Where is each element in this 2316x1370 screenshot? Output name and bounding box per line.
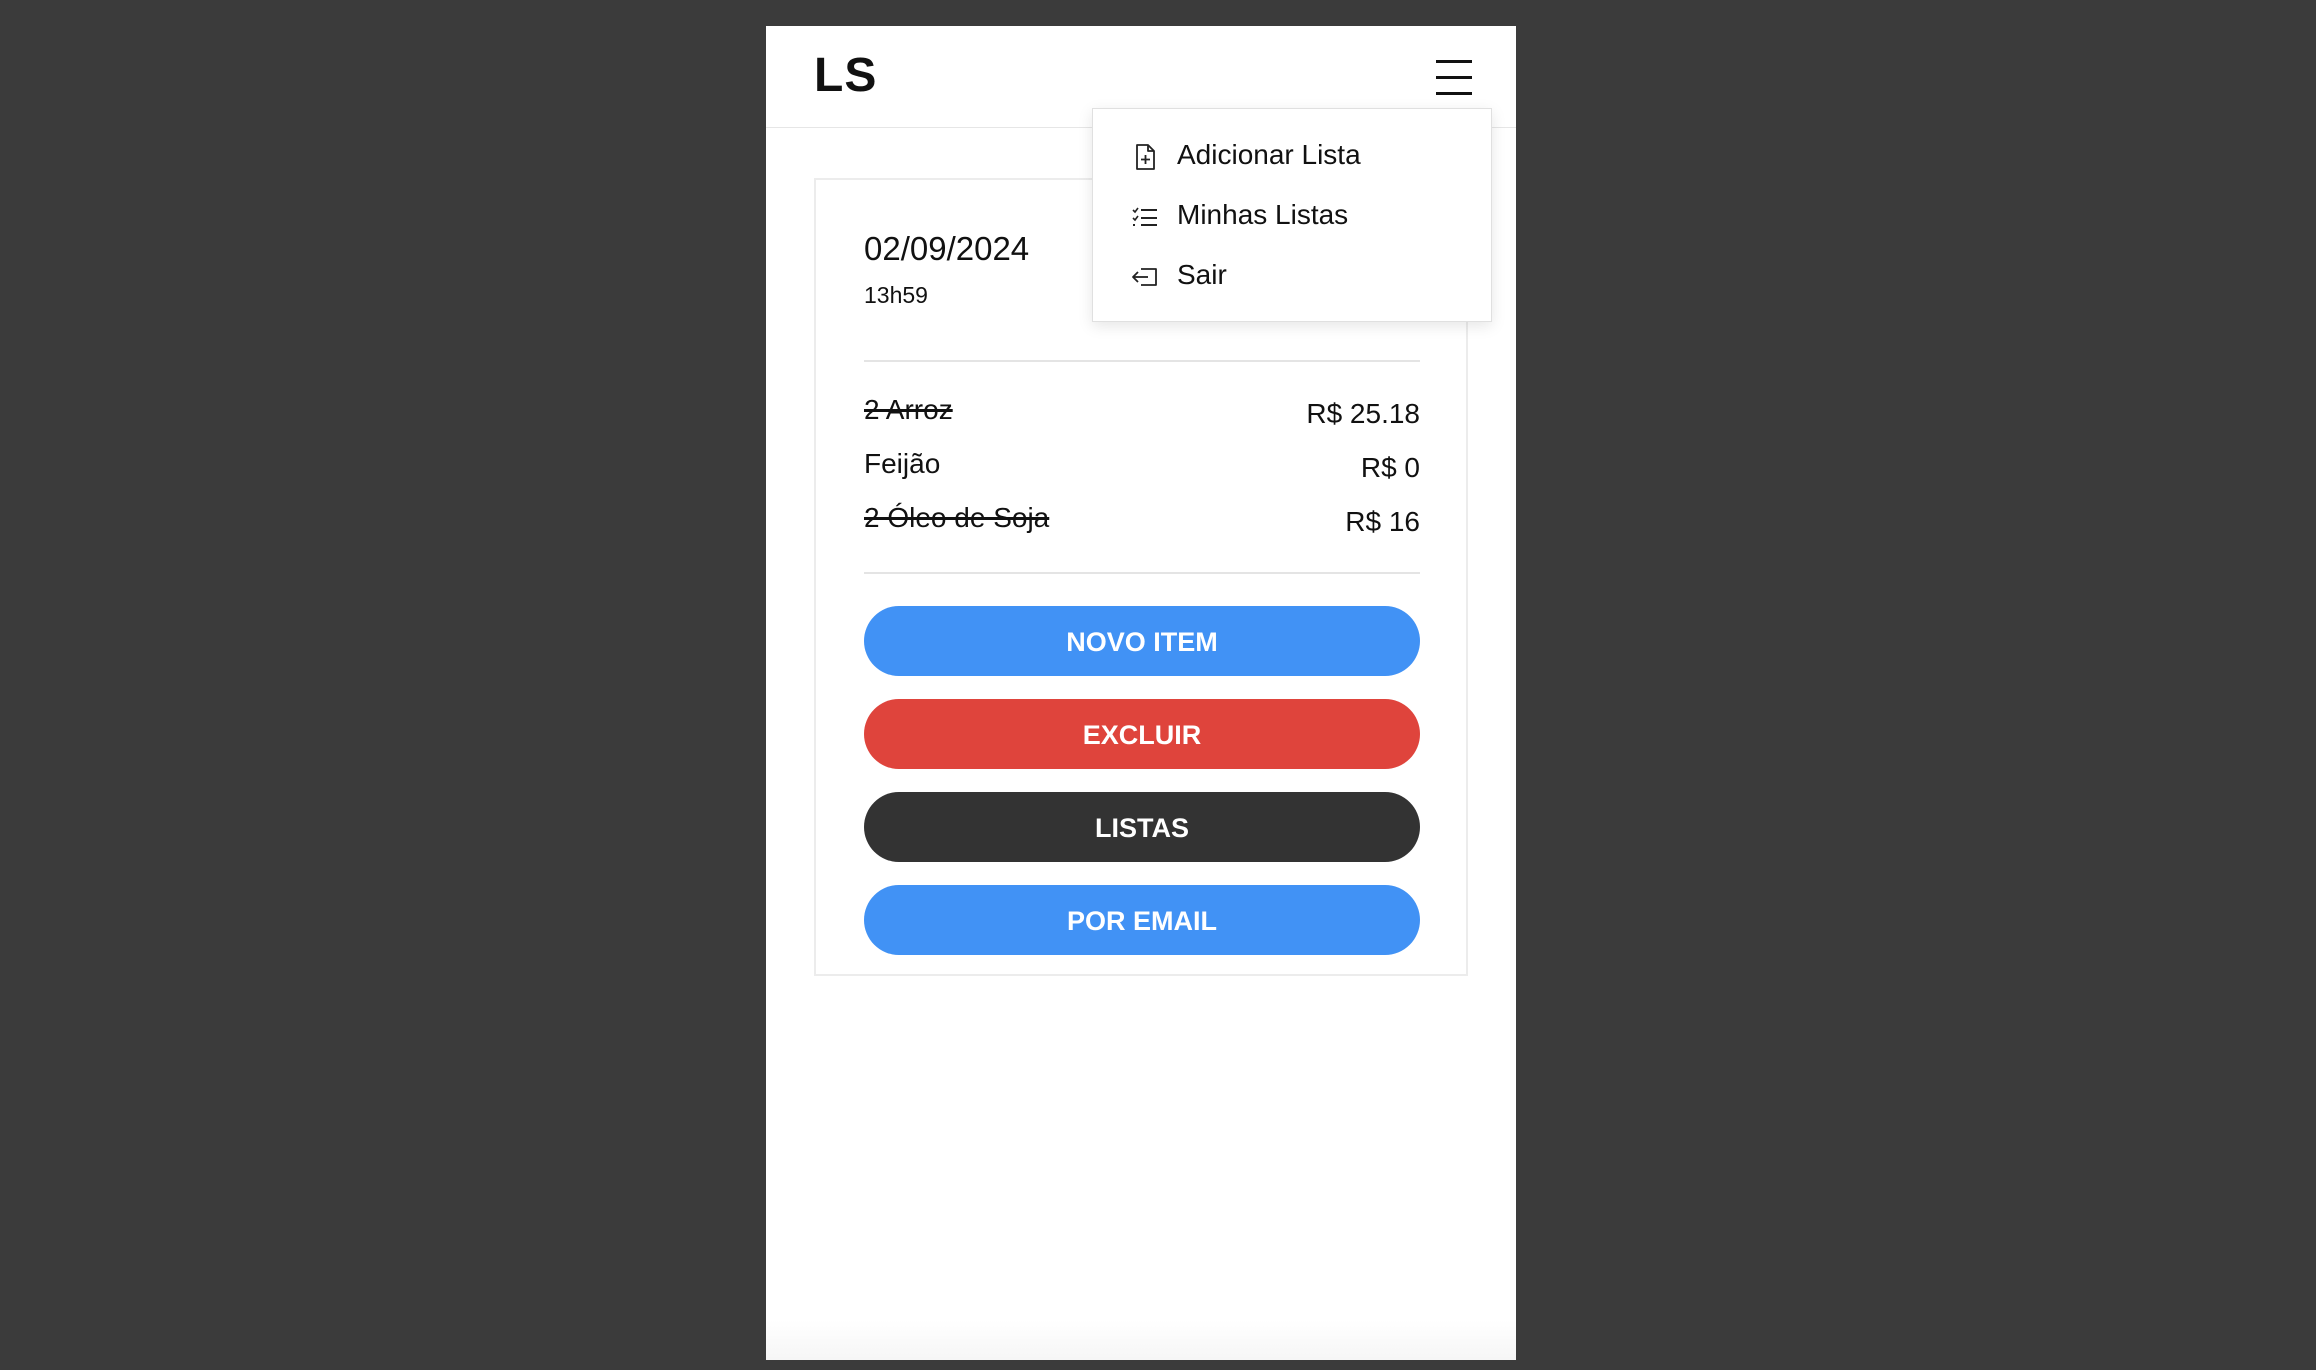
item-name: 2 Óleo de Soja (864, 502, 1050, 533)
hamburger-menu-icon[interactable] (1424, 56, 1484, 100)
file-plus-icon (1131, 143, 1159, 171)
list-date: 02/09/2024 (864, 230, 1030, 267)
email-button[interactable]: POR EMAIL (864, 885, 1420, 955)
bottom-fade (766, 1320, 1516, 1360)
list-item[interactable]: 2 Arroz R$ 25.18 (864, 394, 1420, 434)
list-item[interactable]: 2 Óleo de Soja R$ 16 (864, 502, 1420, 542)
delete-button[interactable]: EXCLUIR (864, 699, 1420, 769)
menu-item-logout[interactable]: Sair (1131, 255, 1471, 299)
menu-item-my-lists[interactable]: Minhas Listas (1131, 195, 1471, 239)
item-price: R$ 25.18 (1306, 398, 1420, 429)
menu-item-label: Sair (1177, 259, 1227, 290)
checklist-icon (1131, 203, 1159, 231)
item-price: R$ 16 (1345, 506, 1420, 537)
app-logo[interactable]: LS (814, 48, 877, 103)
item-price: R$ 0 (1360, 452, 1420, 483)
app-screen: LS 02/09/2024 13h59 2 Arroz R$ 25.18 Fei… (766, 26, 1516, 1360)
logout-icon (1131, 263, 1159, 291)
new-item-button[interactable]: NOVO ITEM (864, 606, 1420, 676)
menu-item-label: Minhas Listas (1177, 199, 1349, 230)
dropdown-menu: Adicionar Lista Minhas Listas Sair (1092, 108, 1492, 322)
divider (864, 572, 1420, 574)
list-time: 13h59 (864, 282, 928, 308)
lists-button[interactable]: LISTAS (864, 792, 1420, 862)
item-name: Feijão (864, 448, 941, 479)
divider (864, 360, 1420, 362)
menu-item-add-list[interactable]: Adicionar Lista (1131, 135, 1471, 179)
list-item[interactable]: Feijão R$ 0 (864, 448, 1420, 488)
item-name: 2 Arroz (864, 394, 953, 425)
menu-item-label: Adicionar Lista (1177, 139, 1361, 170)
